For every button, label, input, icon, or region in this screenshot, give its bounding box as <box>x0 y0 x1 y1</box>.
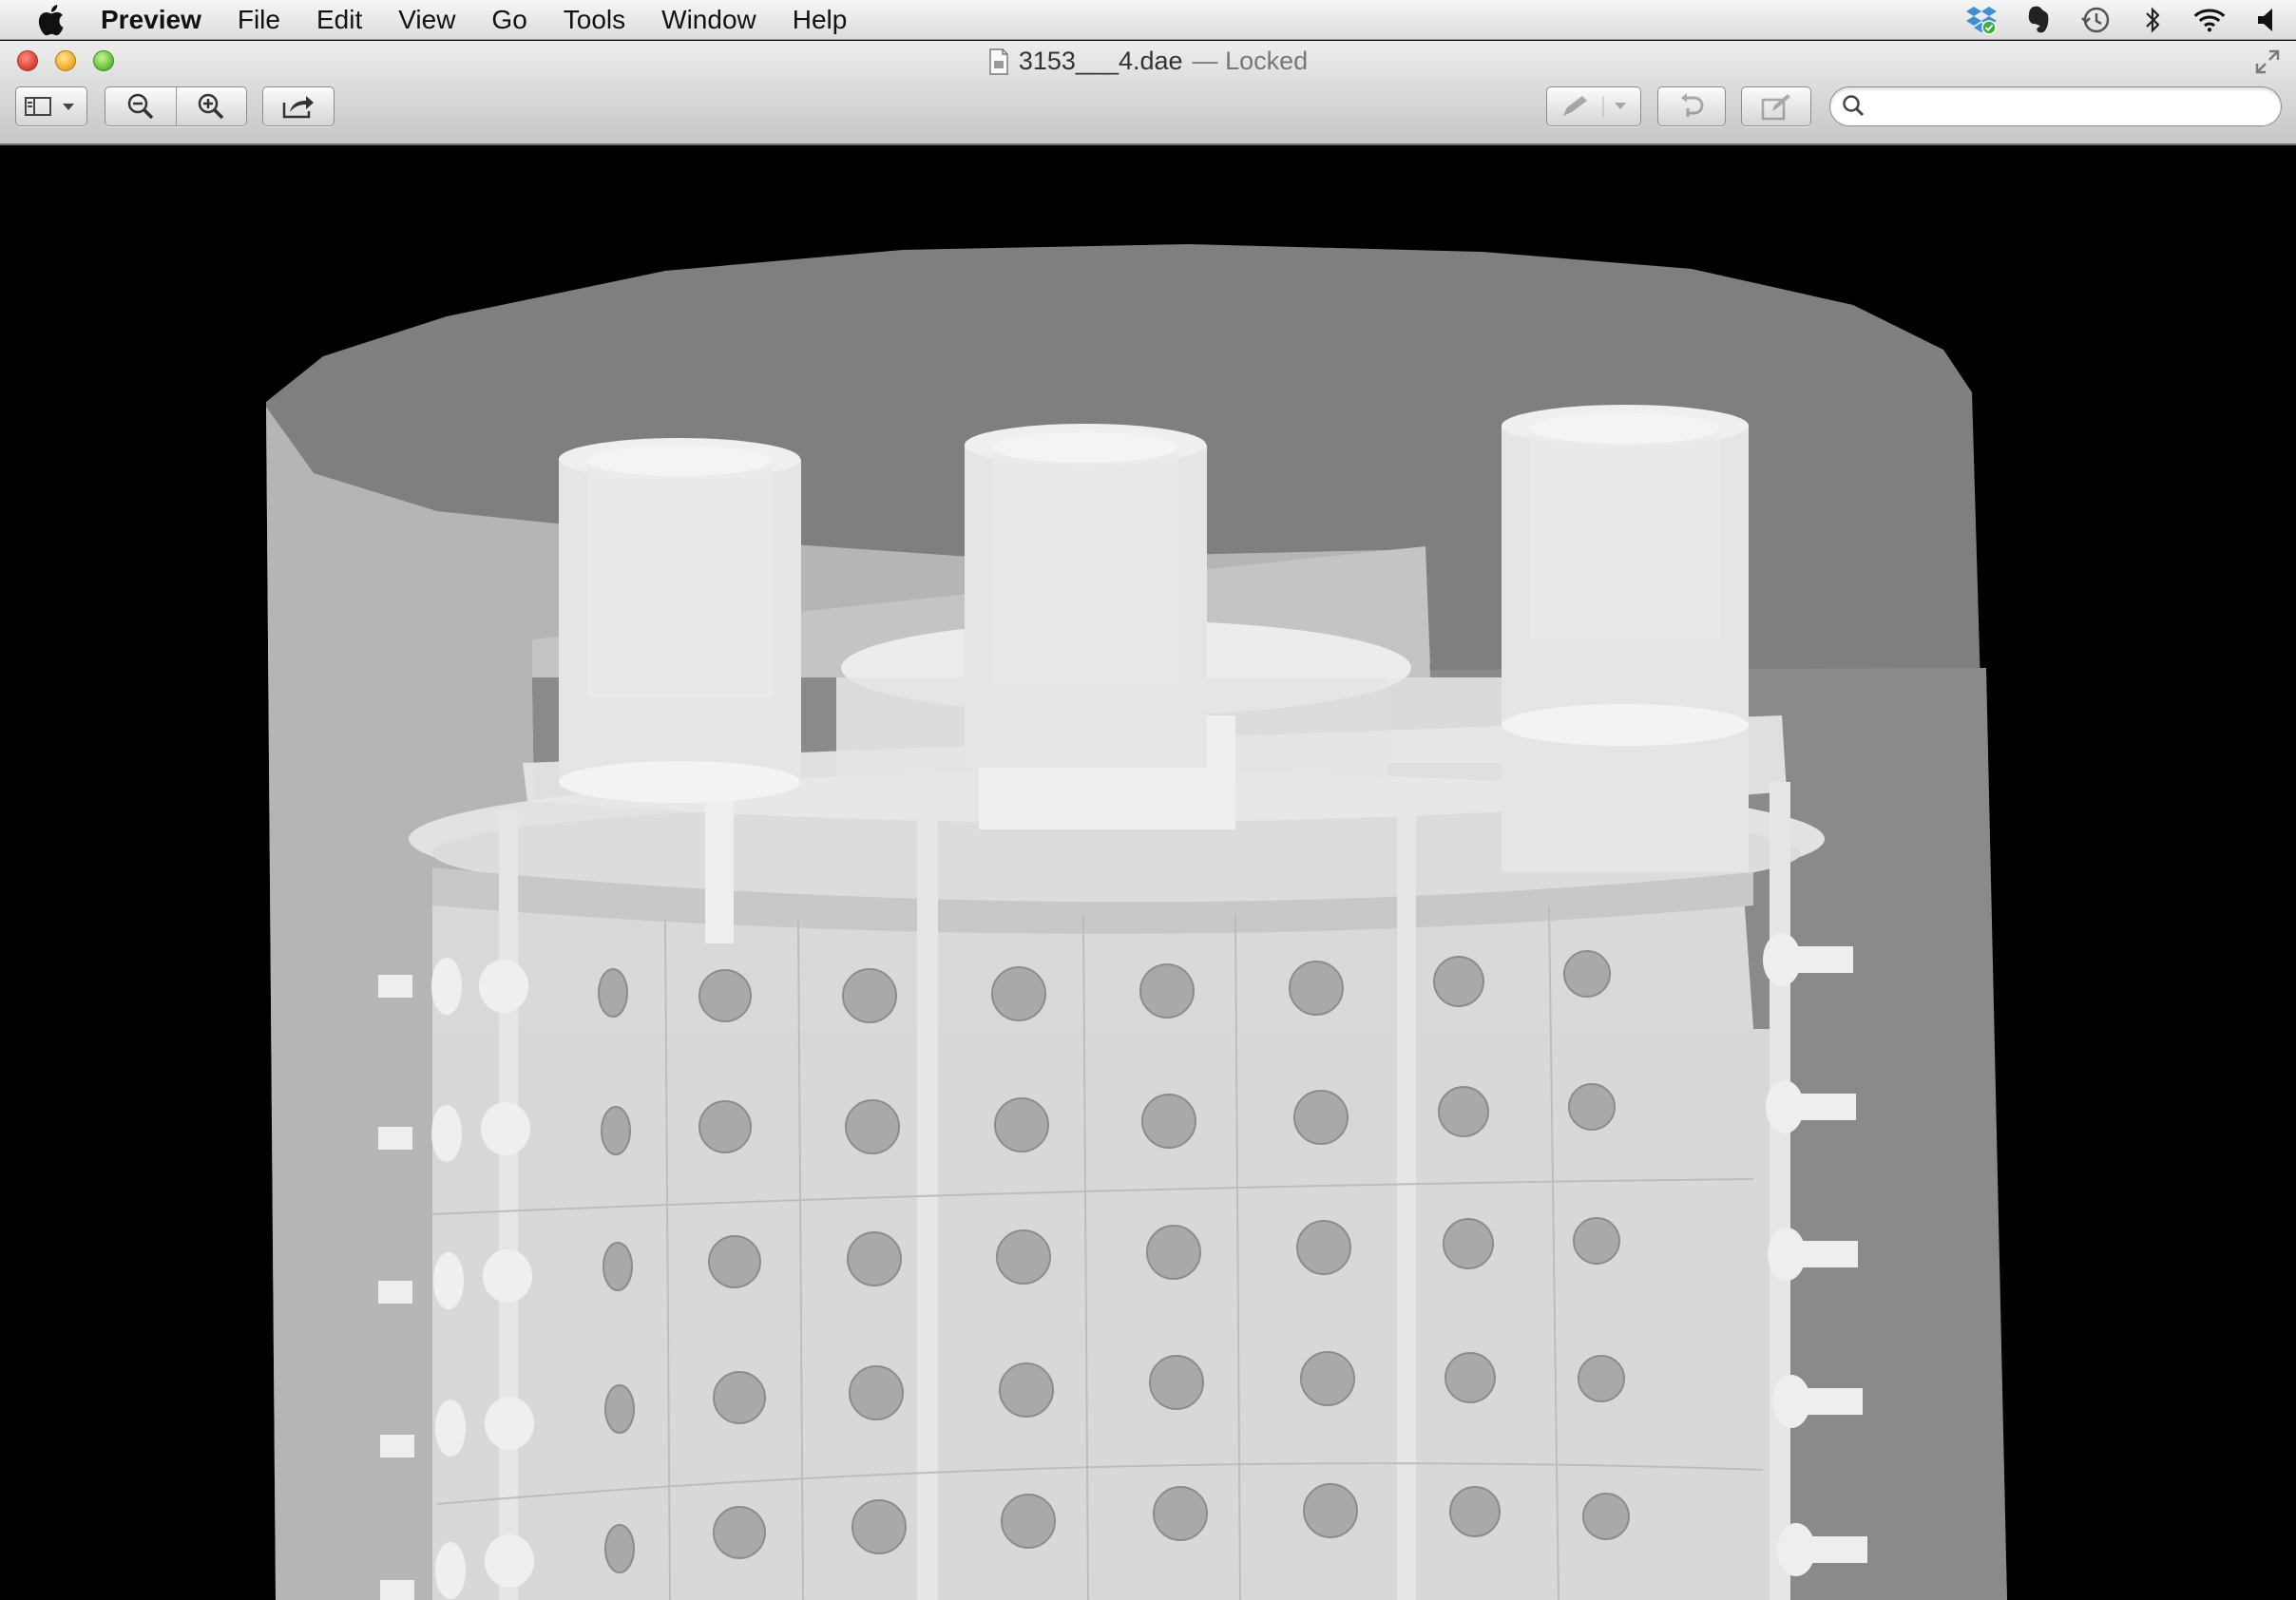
menu-bar: Preview File Edit View Go Tools Window H… <box>0 0 2296 40</box>
edit-icon <box>1761 94 1790 121</box>
rotate-button[interactable] <box>1657 86 1726 126</box>
time-machine-icon[interactable] <box>2079 4 2112 36</box>
evernote-icon[interactable] <box>2022 4 2055 36</box>
3d-model-render[interactable] <box>0 145 2296 1600</box>
menu-app-name[interactable]: Preview <box>101 0 201 40</box>
search-icon <box>1843 95 1865 117</box>
zoom-button-group <box>105 86 247 126</box>
edit-button[interactable] <box>1741 86 1811 126</box>
locked-status[interactable]: Locked <box>1225 47 1308 75</box>
annotate-icon <box>1563 96 1626 117</box>
dropbox-icon[interactable] <box>1965 4 1998 36</box>
zoom-in-button[interactable] <box>176 87 246 125</box>
rotate-icon <box>1681 93 1704 117</box>
menu-file[interactable]: File <box>238 0 280 40</box>
apple-menu-icon[interactable] <box>34 4 67 36</box>
search-field[interactable] <box>1829 86 2282 126</box>
zoom-in-icon <box>198 93 224 120</box>
menu-edit[interactable]: Edit <box>316 0 362 40</box>
fullscreen-icon[interactable] <box>2254 48 2281 75</box>
status-icons <box>1965 0 2283 40</box>
sidebar-view-button[interactable] <box>15 86 87 126</box>
share-icon <box>282 96 314 119</box>
menu-view[interactable]: View <box>398 0 455 40</box>
menu-tools[interactable]: Tools <box>564 0 625 40</box>
window-title: 3153___4.dae — Locked <box>0 47 2296 76</box>
window-toolbar: 3153___4.dae — Locked <box>0 41 2296 145</box>
search-input[interactable] <box>1876 92 2269 121</box>
bluetooth-icon[interactable] <box>2136 4 2169 36</box>
menu-go[interactable]: Go <box>491 0 526 40</box>
menu-window[interactable]: Window <box>661 0 756 40</box>
menu-help[interactable]: Help <box>793 0 848 40</box>
sidebar-toggle-icon <box>25 97 74 116</box>
zoom-out-button[interactable] <box>105 87 176 125</box>
document-icon <box>989 48 1008 75</box>
wifi-icon[interactable] <box>2193 4 2226 36</box>
volume-icon[interactable] <box>2250 4 2283 36</box>
model-viewport[interactable] <box>0 145 2296 1600</box>
zoom-out-icon <box>127 93 154 120</box>
share-button[interactable] <box>262 86 335 126</box>
annotate-button[interactable] <box>1546 86 1641 126</box>
window-filename: 3153___4.dae <box>1018 47 1183 75</box>
title-separator: — <box>1192 47 1218 75</box>
